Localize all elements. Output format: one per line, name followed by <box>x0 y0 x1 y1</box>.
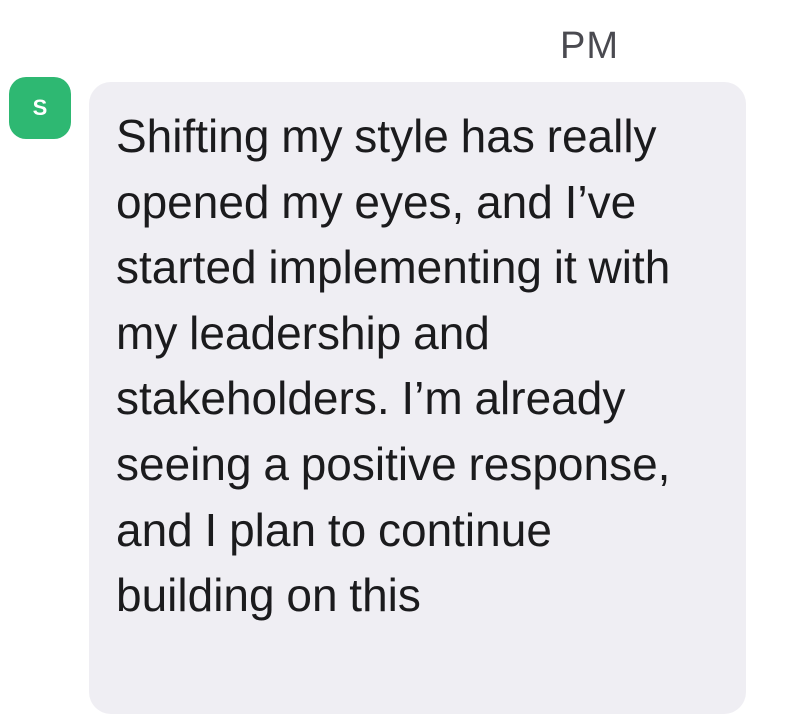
message-text: Shifting my style has really opened my e… <box>116 110 671 622</box>
sender-avatar[interactable]: S <box>9 77 71 139</box>
message-timestamp: PM <box>560 25 619 67</box>
avatar-initial: S <box>32 95 48 120</box>
message-bubble[interactable]: Shifting my style has really opened my e… <box>89 82 746 714</box>
